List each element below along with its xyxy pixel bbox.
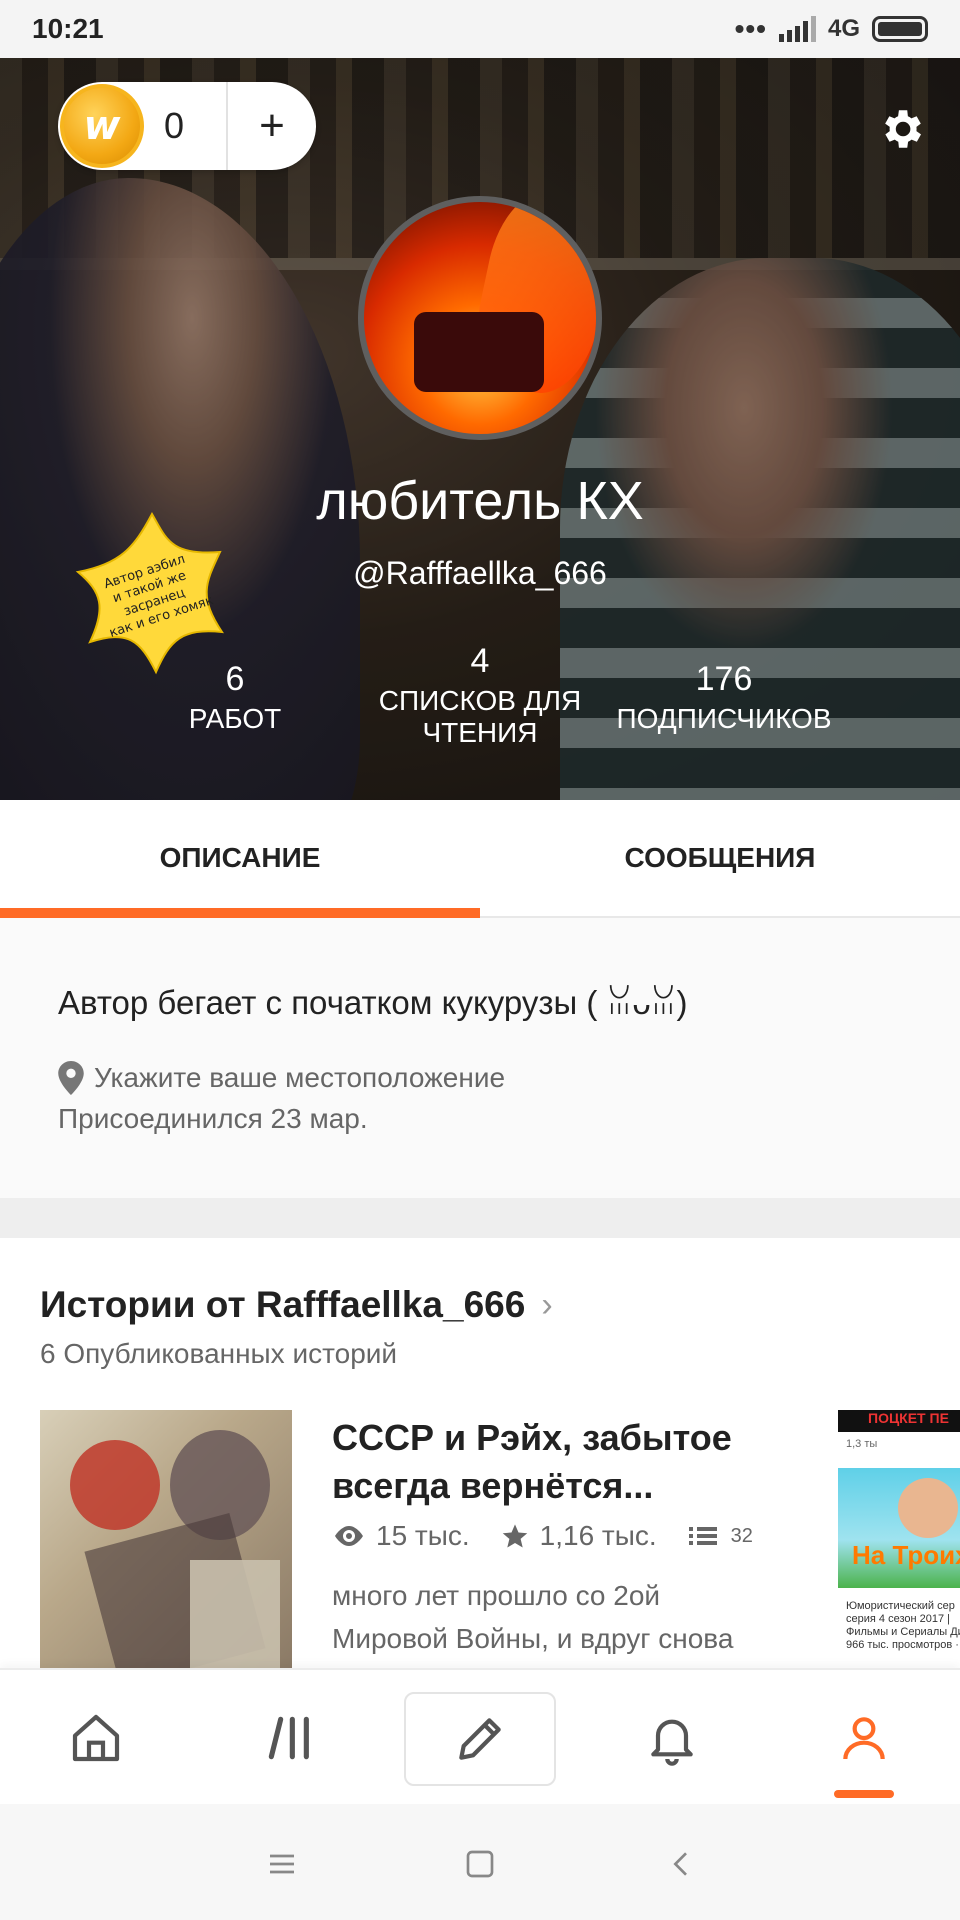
home-square-icon[interactable]	[450, 1834, 510, 1894]
back-icon[interactable]	[652, 1834, 712, 1894]
list-icon	[688, 1527, 717, 1545]
joined-date: Присоединился 23 мар.	[58, 1103, 368, 1134]
stories-section: Истории от Rafffaellka_666 › 6 Опубликов…	[0, 1238, 960, 1668]
stat-reading-lists-label-2: ЧТЕНИЯ	[422, 717, 538, 748]
stat-works-label: РАБОТ	[188, 703, 282, 734]
eye-icon	[335, 1526, 363, 1546]
stat-works-value: 6	[225, 660, 245, 698]
stat-reading-lists[interactable]: 4 СПИСКОВ ДЛЯ ЧТЕНИЯ	[360, 642, 600, 749]
map-pin-icon	[58, 1061, 84, 1095]
nav-home[interactable]	[36, 1670, 156, 1806]
network-type: 4G	[827, 15, 860, 42]
next-story-word: На Троих	[852, 1540, 960, 1570]
nav-library[interactable]	[230, 1670, 350, 1806]
nav-profile[interactable]	[804, 1670, 924, 1806]
status-bar: 10:21 ••• 4G	[0, 0, 960, 58]
nav-notifications[interactable]	[612, 1670, 732, 1806]
story-parts: 32	[730, 1524, 753, 1547]
profile-tabs: ОПИСАНИЕ СООБЩЕНИЯ	[0, 800, 960, 918]
stat-works[interactable]: 6 РАБОТ	[150, 660, 320, 735]
tab-description[interactable]: ОПИСАНИЕ	[0, 800, 480, 916]
next-story-preview[interactable]: ПОЦКЕТ ПЕ 1,3 ты На Троих Юмористический…	[838, 1410, 960, 1668]
story-description: много лет прошло со 2ой Мировой Войны, и…	[332, 1580, 734, 1654]
next-story-image: На Троих	[838, 1468, 960, 1588]
user-icon	[843, 1717, 885, 1760]
description-section: Автор бегает с початком кукурузы ( ꈍᴗꈍ) …	[0, 918, 960, 1198]
add-coins-button[interactable]: +	[228, 101, 316, 151]
story-votes: 1,16 тыс.	[539, 1520, 657, 1551]
battery-icon	[872, 16, 928, 42]
library-icon	[268, 1716, 309, 1760]
nav-active-indicator	[834, 1790, 894, 1798]
stories-title: Истории от Rafffaellka_666	[40, 1284, 526, 1325]
gear-icon[interactable]	[876, 104, 926, 154]
home-icon	[72, 1714, 120, 1762]
location-row[interactable]: Укажите ваше местоположение	[58, 1061, 505, 1095]
stat-reading-lists-label-1: СПИСКОВ ДЛЯ	[378, 685, 582, 716]
stories-header[interactable]: Истории от Rafffaellka_666 ›	[40, 1284, 553, 1326]
stat-followers-label: ПОДПИСЧИКОВ	[616, 703, 832, 734]
story-cover-image[interactable]	[40, 1410, 292, 1668]
status-icons: ••• 4G	[735, 13, 928, 45]
bottom-navigation	[0, 1668, 960, 1804]
story-reads: 15 тыс.	[376, 1520, 470, 1551]
pencil-icon	[459, 1718, 501, 1760]
section-divider	[0, 1198, 960, 1238]
menu-icon[interactable]	[252, 1834, 312, 1894]
next-story-caption: Юмористический сер серия 4 сезон 2017 | …	[846, 1600, 960, 1651]
chevron-right-icon: ›	[541, 1285, 553, 1324]
signal-icon	[778, 16, 816, 42]
system-navigation	[0, 1804, 960, 1920]
coin-icon: w	[60, 84, 144, 168]
star-sticker: Автор аэбил и такой же засранец как и ег…	[75, 511, 225, 675]
avatar[interactable]	[358, 196, 602, 440]
story-title[interactable]: СССР и Рэйх, забытое всегда вернётся...	[332, 1414, 752, 1510]
active-tab-indicator	[0, 908, 480, 918]
more-dots-icon: •••	[734, 13, 767, 44]
status-time: 10:21	[32, 13, 104, 44]
coins-widget[interactable]: w 0 +	[58, 82, 316, 170]
tab-messages[interactable]: СООБЩЕНИЯ	[480, 800, 960, 916]
stat-followers[interactable]: 176 ПОДПИСЧИКОВ	[604, 660, 844, 735]
stories-count: 6 Опубликованных историй	[40, 1338, 398, 1369]
bell-icon	[651, 1719, 693, 1766]
story-stats: 15 тыс. 1,16 тыс. 32	[332, 1520, 773, 1552]
next-story-count: 1,3 ты	[846, 1438, 878, 1450]
stat-reading-lists-value: 4	[470, 642, 490, 680]
coin-count: 0	[164, 105, 185, 146]
stat-followers-value: 176	[695, 660, 753, 698]
location-text: Укажите ваше местоположение	[94, 1062, 506, 1093]
star-icon	[502, 1524, 527, 1548]
next-story-banner: ПОЦКЕТ ПЕ	[868, 1410, 949, 1426]
bio-text: Автор бегает с початком кукурузы ( ꈍᴗꈍ)	[58, 984, 688, 1021]
nav-write[interactable]	[404, 1692, 556, 1786]
